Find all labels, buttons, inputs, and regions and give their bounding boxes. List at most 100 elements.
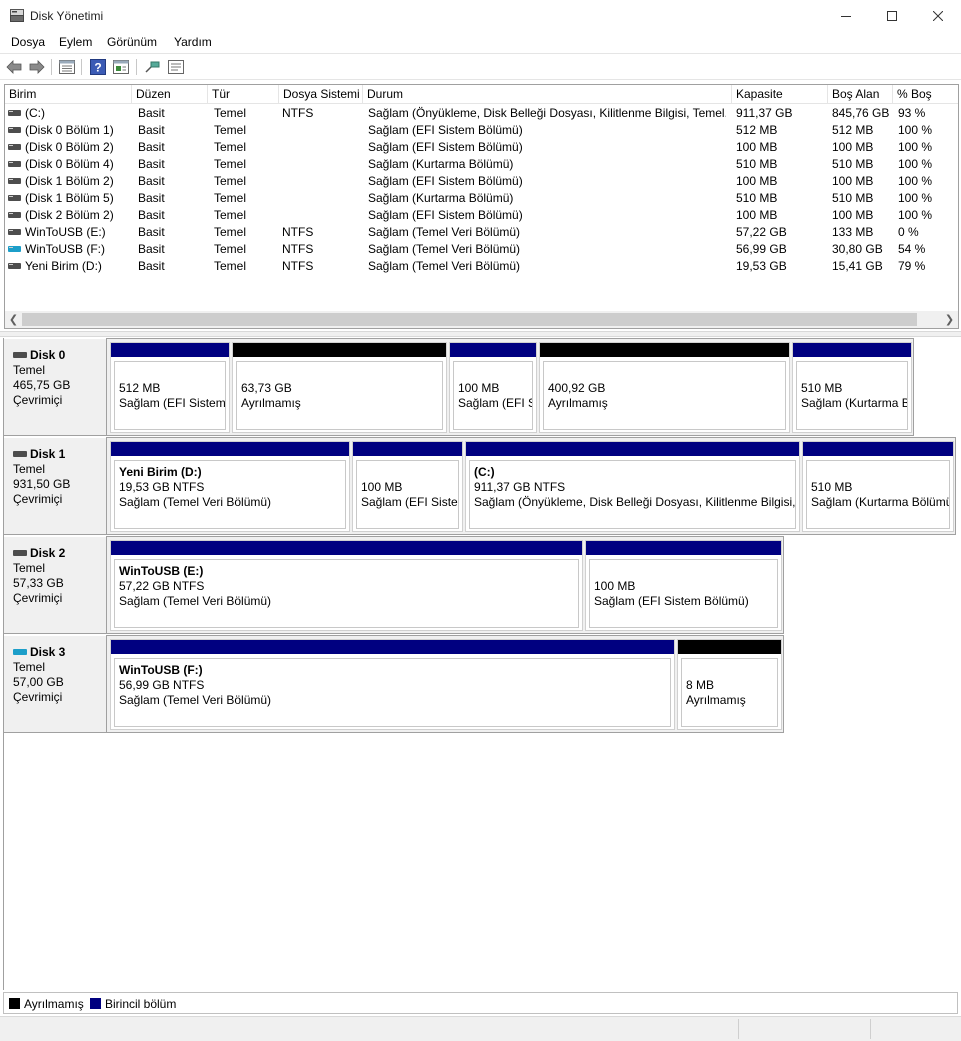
legend-primary-label: Birincil bölüm	[105, 997, 177, 1011]
disk-name: Disk 1	[13, 447, 106, 462]
unallocated-partition[interactable]: 8 MB Ayrılmamış	[677, 639, 782, 730]
unallocated-partition[interactable]: 400,92 GB Ayrılmamış	[539, 342, 790, 433]
table-cell: 100 MB	[736, 140, 778, 154]
table-cell: 57,22 GB	[736, 225, 787, 239]
table-row[interactable]: Yeni Birim (D:) Basit Temel NTFS Sağlam (Tem…	[5, 258, 958, 275]
primary-partition[interactable]: 100 MBSağlam (EFI Sistem Bölümü)	[352, 441, 463, 532]
partition-color-bar	[803, 442, 953, 456]
partition-color-bar	[111, 541, 582, 555]
menu-gorunum[interactable]: Görünüm	[107, 35, 157, 49]
primary-partition[interactable]: WinToUSB (F:) 56,99 GB NTFS Sağlam (Temel …	[110, 639, 675, 730]
menu-dosya[interactable]: Dosya	[11, 35, 45, 49]
table-cell: 93 %	[898, 106, 926, 120]
partition-name-spacer	[686, 663, 777, 678]
partition-name-spacer	[801, 366, 907, 381]
drive-icon	[13, 550, 27, 556]
partition-size: 8 MB	[686, 678, 715, 692]
table-cell: 56,99 GB	[736, 242, 787, 256]
primary-partition[interactable]: 100 MBSağlam (EFI Sistem Bölümü)	[449, 342, 537, 433]
minimize-icon	[841, 15, 851, 17]
disk-name: Disk 0	[13, 348, 106, 363]
partition-status: Ayrılmamış	[686, 693, 746, 707]
partition-size: 512 MB	[119, 381, 161, 395]
back-button[interactable]	[5, 58, 23, 76]
connect-button[interactable]	[143, 58, 161, 76]
scroll-left-icon[interactable]: ❮	[5, 311, 22, 328]
partition-size: 63,73 GB	[241, 381, 292, 395]
partition-color-bar	[111, 343, 229, 357]
scroll-right-icon[interactable]: ❯	[941, 311, 958, 328]
menu-eylem[interactable]: Eylem	[59, 35, 92, 49]
partition-body: WinToUSB (E:) 57,22 GB NTFS Sağlam (Temel …	[114, 559, 579, 628]
table-cell: 100 %	[898, 174, 933, 188]
column-header-durum[interactable]: Durum	[363, 85, 732, 104]
table-cell: 911,37 GB	[736, 106, 793, 120]
partition-status: Ayrılmamış	[241, 396, 301, 410]
table-cell: (Disk 0 Bölüm 2)	[25, 140, 114, 154]
horizontal-scrollbar[interactable]: ❮ ❯	[5, 311, 958, 328]
table-cell: Sağlam (EFI Sistem Bölümü)	[368, 208, 523, 222]
pane-splitter[interactable]	[0, 331, 961, 337]
disk-state: Çevrimiçi	[13, 393, 63, 407]
close-button[interactable]	[915, 0, 961, 31]
disk-label-1[interactable]: Disk 1 Temel 931,50 GB Çevrimiçi	[4, 437, 107, 535]
primary-partition[interactable]: (C:) 911,37 GB NTFS Sağlam (Önyükleme, Dis…	[465, 441, 800, 532]
column-header-bos-alan[interactable]: Boş Alan	[828, 85, 893, 104]
maximize-button[interactable]	[869, 0, 915, 31]
table-cell: 510 MB	[832, 191, 874, 205]
table-cell: (Disk 1 Bölüm 2)	[25, 174, 114, 188]
primary-partition[interactable]: 510 MBSağlam (Kurtarma Bölümü)	[802, 441, 954, 532]
menu-yardim[interactable]: Yardım	[174, 35, 212, 49]
table-cell: Basit	[138, 157, 165, 171]
table-row[interactable]: (Disk 0 Bölüm 4) Basit Temel Sağlam (Kurtar…	[5, 156, 958, 173]
partition-size: 510 MB	[811, 480, 853, 494]
column-header-duzen[interactable]: Düzen	[132, 85, 208, 104]
primary-partition[interactable]: WinToUSB (E:) 57,22 GB NTFS Sağlam (Temel …	[110, 540, 583, 631]
disk-name-text: Disk 0	[30, 348, 66, 362]
disk-label-3[interactable]: Disk 3 Temel 57,00 GB Çevrimiçi	[4, 635, 107, 733]
connect-icon	[145, 61, 160, 73]
column-header-birim[interactable]: Birim	[5, 85, 132, 104]
forward-button[interactable]	[28, 58, 46, 76]
properties-button[interactable]	[112, 58, 130, 76]
table-cell: Temel	[214, 225, 247, 239]
table-cell: Temel	[214, 140, 247, 154]
table-cell: 512 MB	[736, 123, 778, 137]
partition-name-spacer	[594, 564, 777, 579]
show-hide-console-tree-button[interactable]	[58, 58, 76, 76]
disk-label-0[interactable]: Disk 0 Temel 465,75 GB Çevrimiçi	[4, 338, 107, 436]
table-row[interactable]: (Disk 1 Bölüm 2) Basit Temel Sağlam (EFI Si…	[5, 173, 958, 190]
table-row[interactable]: (Disk 0 Bölüm 1) Basit Temel Sağlam (EFI Si…	[5, 122, 958, 139]
unallocated-partition[interactable]: 63,73 GB Ayrılmamış	[232, 342, 447, 433]
table-row[interactable]: (Disk 0 Bölüm 2) Basit Temel Sağlam (EFI Si…	[5, 139, 958, 156]
table-row[interactable]: (Disk 1 Bölüm 5) Basit Temel Sağlam (Kurtar…	[5, 190, 958, 207]
status-bar	[0, 1016, 961, 1041]
disk-state: Çevrimiçi	[13, 690, 63, 704]
scrollbar-thumb[interactable]	[22, 313, 917, 326]
primary-partition[interactable]: 100 MBSağlam (EFI Sistem Bölümü)	[585, 540, 782, 631]
table-cell: 510 MB	[736, 157, 778, 171]
primary-partition[interactable]: 510 MBSağlam (Kurtarma Bölümü)	[792, 342, 912, 433]
column-header-yuzde-bos[interactable]: % Boş	[893, 85, 958, 104]
table-cell: Basit	[138, 259, 165, 273]
minimize-button[interactable]	[823, 0, 869, 31]
table-row[interactable]: (Disk 2 Bölüm 2) Basit Temel Sağlam (EFI Si…	[5, 207, 958, 224]
partition-size: 57,22 GB NTFS	[119, 579, 205, 593]
table-row[interactable]: (C:) Basit Temel NTFS Sağlam (Önyükleme, Dis…	[5, 105, 958, 122]
column-header-dosya-sistemi[interactable]: Dosya Sistemi	[279, 85, 363, 104]
partition-body: WinToUSB (F:) 56,99 GB NTFS Sağlam (Temel …	[114, 658, 671, 727]
table-row[interactable]: WinToUSB (E:) Basit Temel NTFS Sağlam (Temel…	[5, 224, 958, 241]
column-header-tur[interactable]: Tür	[208, 85, 279, 104]
partition-status: Sağlam (Kurtarma Bölümü)	[811, 495, 950, 509]
console-button[interactable]	[167, 58, 185, 76]
disk-type: Temel	[13, 561, 46, 575]
table-cell: (Disk 0 Bölüm 4)	[25, 157, 114, 171]
help-button[interactable]: ?	[89, 58, 107, 76]
disk-label-2[interactable]: Disk 2 Temel 57,33 GB Çevrimiçi	[4, 536, 107, 634]
table-row[interactable]: WinToUSB (F:) Basit Temel NTFS Sağlam (Temel…	[5, 241, 958, 258]
column-header-kapasite[interactable]: Kapasite	[732, 85, 828, 104]
primary-partition[interactable]: 512 MBSağlam (EFI Sistem Bölümü)	[110, 342, 230, 433]
partition-status: Sağlam (Temel Veri Bölümü)	[119, 693, 272, 707]
primary-partition[interactable]: Yeni Birim (D:) 19,53 GB NTFS Sağlam (Teme…	[110, 441, 350, 532]
table-cell: Basit	[138, 123, 165, 137]
